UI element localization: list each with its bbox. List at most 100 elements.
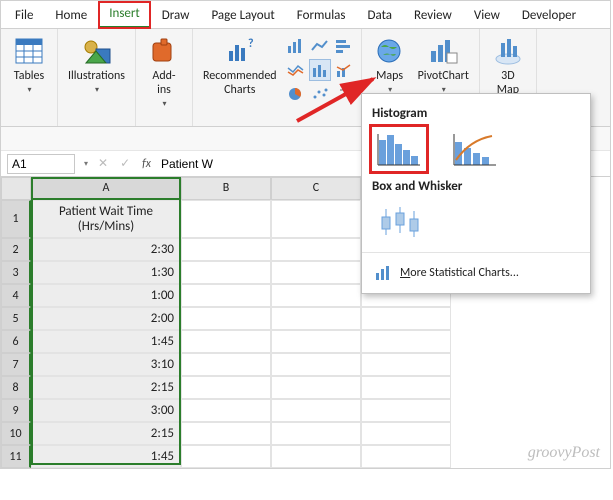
row-header[interactable]: 10: [1, 422, 31, 445]
cell[interactable]: [181, 445, 271, 468]
3d-map-icon: [492, 35, 524, 67]
tab-review[interactable]: Review: [404, 4, 462, 28]
cell[interactable]: 2:15: [31, 422, 181, 445]
tab-file[interactable]: File: [5, 4, 43, 28]
tab-data[interactable]: Data: [358, 4, 403, 28]
tab-insert[interactable]: Insert: [99, 2, 150, 28]
column-chart-button[interactable]: [285, 35, 307, 57]
cell[interactable]: 3:00: [31, 399, 181, 422]
cell[interactable]: 1:45: [31, 445, 181, 468]
pivotchart-label: PivotChart: [418, 69, 469, 83]
cell[interactable]: 1:00: [31, 284, 181, 307]
bar-chart-button[interactable]: [333, 35, 355, 57]
cell[interactable]: [271, 376, 361, 399]
tab-draw[interactable]: Draw: [152, 4, 200, 28]
row-header[interactable]: 7: [1, 353, 31, 376]
enter-icon[interactable]: ✓: [114, 156, 136, 171]
row-header[interactable]: 4: [1, 284, 31, 307]
fx-button[interactable]: fx: [136, 157, 157, 171]
cell[interactable]: [181, 307, 271, 330]
cell[interactable]: [271, 422, 361, 445]
cell[interactable]: [271, 330, 361, 353]
cell[interactable]: [271, 353, 361, 376]
cell[interactable]: [361, 376, 451, 399]
name-box[interactable]: [7, 154, 75, 174]
col-header-c[interactable]: C: [271, 177, 361, 200]
row-header[interactable]: 9: [1, 399, 31, 422]
tables-button[interactable]: Tables▾: [7, 33, 51, 97]
addins-button[interactable]: Add- ins▾: [142, 33, 186, 111]
row-header[interactable]: 5: [1, 307, 31, 330]
cell[interactable]: [271, 445, 361, 468]
cell-a1[interactable]: Patient Wait Time (Hrs/Mins): [31, 200, 181, 238]
cell[interactable]: 3:10: [31, 353, 181, 376]
cell[interactable]: [271, 200, 361, 238]
row-header[interactable]: 6: [1, 330, 31, 353]
cell[interactable]: [361, 445, 451, 468]
box-whisker-option[interactable]: [372, 200, 426, 244]
area-chart-button[interactable]: [285, 59, 307, 81]
cell[interactable]: [181, 330, 271, 353]
row-header[interactable]: 8: [1, 376, 31, 399]
dropdown-heading-boxwhisker: Box and Whisker: [372, 179, 580, 194]
more-statistical-charts-link[interactable]: MMore Statistical Charts...ore Statistic…: [372, 259, 580, 287]
row-header[interactable]: 3: [1, 261, 31, 284]
pie-chart-button[interactable]: [285, 83, 307, 105]
cell[interactable]: [361, 330, 451, 353]
tab-view[interactable]: View: [464, 4, 510, 28]
cell[interactable]: [181, 353, 271, 376]
col-header-a[interactable]: A: [31, 177, 181, 200]
cell[interactable]: [361, 422, 451, 445]
cell[interactable]: [271, 261, 361, 284]
cell[interactable]: [361, 399, 451, 422]
cell[interactable]: [271, 307, 361, 330]
cell[interactable]: 2:30: [31, 238, 181, 261]
cell[interactable]: [361, 353, 451, 376]
cell[interactable]: [271, 284, 361, 307]
cell[interactable]: 2:00: [31, 307, 181, 330]
cell[interactable]: 1:30: [31, 261, 181, 284]
cell[interactable]: [181, 422, 271, 445]
tab-page-layout[interactable]: Page Layout: [201, 4, 284, 28]
statistical-chart-button[interactable]: [309, 59, 331, 81]
cell[interactable]: [181, 376, 271, 399]
cell[interactable]: [271, 238, 361, 261]
recommended-charts-button[interactable]: ? Recommended Charts: [199, 33, 281, 99]
tab-developer[interactable]: Developer: [512, 4, 586, 28]
tab-formulas[interactable]: Formulas: [287, 4, 356, 28]
name-box-dropdown[interactable]: ▾: [80, 159, 92, 169]
select-all-corner[interactable]: [1, 177, 31, 200]
row-header[interactable]: 2: [1, 238, 31, 261]
cell[interactable]: [271, 399, 361, 422]
cell[interactable]: [181, 238, 271, 261]
dropdown-heading-histogram: Histogram: [372, 106, 580, 121]
more-charts-label: MMore Statistical Charts...ore Statistic…: [400, 266, 519, 280]
tables-label: Tables: [14, 69, 44, 83]
cancel-icon[interactable]: ✕: [92, 156, 114, 171]
chevron-down-icon: ▾: [95, 85, 99, 95]
tab-home[interactable]: Home: [45, 4, 97, 28]
cell[interactable]: [181, 261, 271, 284]
col-header-b[interactable]: B: [181, 177, 271, 200]
histogram-option[interactable]: [372, 127, 426, 171]
cell[interactable]: [181, 399, 271, 422]
scatter-chart-button[interactable]: [309, 83, 331, 105]
pivotchart-button[interactable]: PivotChart▾: [414, 33, 473, 97]
chart-types-grid: [285, 35, 355, 105]
row-header[interactable]: 1: [1, 200, 31, 238]
row-header[interactable]: 11: [1, 445, 31, 468]
cell[interactable]: 2:15: [31, 376, 181, 399]
charts-launcher-button[interactable]: [333, 83, 355, 105]
cell[interactable]: 1:45: [31, 330, 181, 353]
pivotchart-icon: [427, 35, 459, 67]
line-chart-button[interactable]: [309, 35, 331, 57]
pareto-option[interactable]: [448, 127, 502, 171]
group-addins: Add- ins▾: [136, 29, 193, 126]
cell[interactable]: [361, 307, 451, 330]
combo-chart-button[interactable]: [333, 59, 355, 81]
cell[interactable]: [181, 200, 271, 238]
illustrations-button[interactable]: Illustrations▾: [64, 33, 129, 97]
svg-text:?: ?: [248, 37, 254, 51]
cell[interactable]: [181, 284, 271, 307]
maps-button[interactable]: Maps▾: [368, 33, 412, 97]
